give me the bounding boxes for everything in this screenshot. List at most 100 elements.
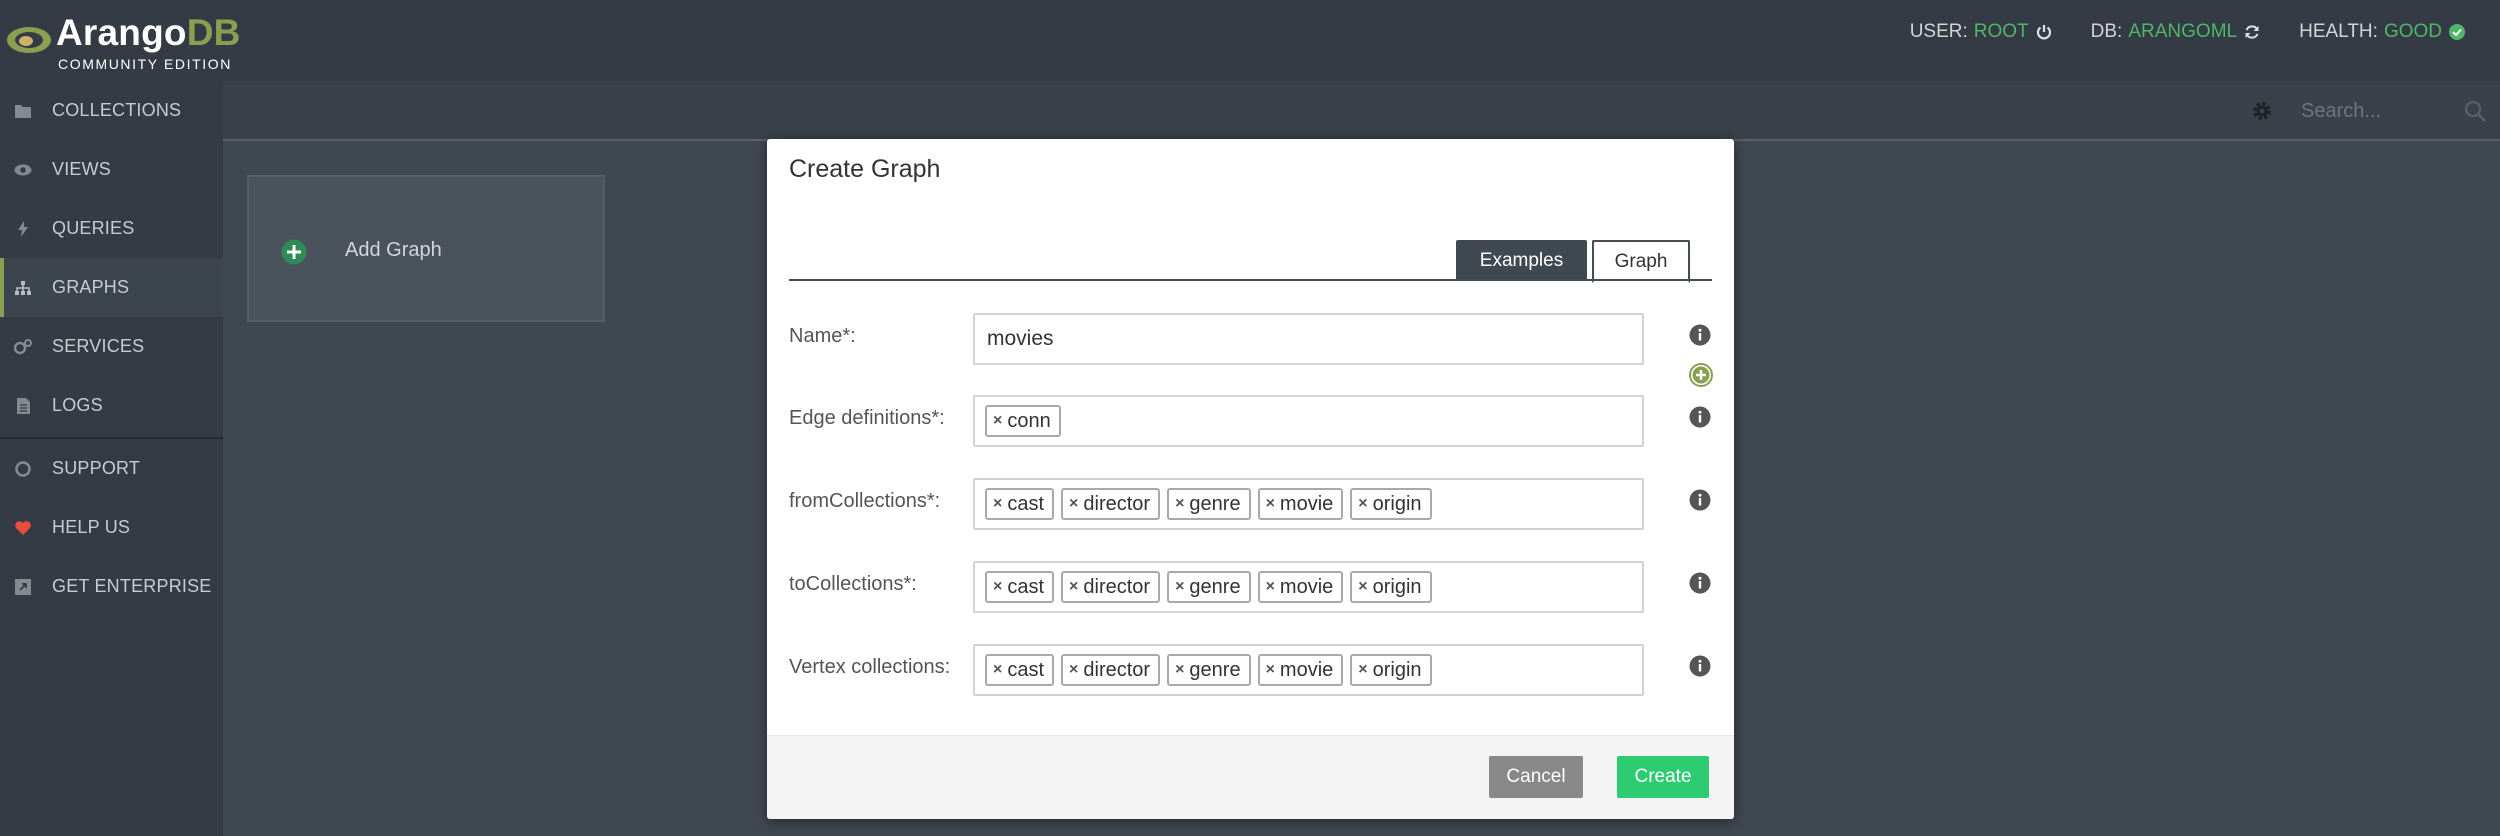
folder-icon — [14, 102, 32, 120]
sidebar-item-support[interactable]: SUPPORT — [0, 439, 223, 498]
to-collections-label: toCollections*: — [789, 573, 917, 595]
db-status[interactable]: DB: ARANGOML — [2091, 20, 2261, 44]
tag-chip[interactable]: × conn — [985, 405, 1061, 437]
tag-chip[interactable]: × director — [1061, 488, 1161, 520]
avocado-logo-icon — [7, 27, 51, 53]
user-label: USER: — [1909, 21, 1968, 42]
plus-circle-icon — [281, 239, 307, 265]
cancel-button[interactable]: Cancel — [1489, 756, 1583, 798]
remove-tag-icon[interactable]: × — [1266, 496, 1275, 512]
edge-definitions-label: Edge definitions*: — [789, 407, 945, 429]
add-graph-card[interactable]: Add Graph — [247, 175, 605, 322]
remove-tag-icon[interactable]: × — [1069, 496, 1078, 512]
sidebar-item-label: GET ENTERPRISE — [52, 576, 212, 596]
arangodb-logo[interactable]: ArangoDB COMMUNITY EDITION — [2, 10, 240, 72]
logo-edition: COMMUNITY EDITION — [58, 56, 232, 72]
tag-chip[interactable]: × movie — [1257, 654, 1344, 686]
remove-tag-icon[interactable]: × — [1266, 579, 1275, 595]
sidebar-item-get-enterprise[interactable]: GET ENTERPRISE — [0, 557, 223, 616]
user-value: ROOT — [1973, 21, 2029, 42]
tag-chip[interactable]: × genre — [1167, 571, 1251, 603]
remove-tag-icon[interactable]: × — [1175, 662, 1184, 678]
tag-chip[interactable]: × director — [1061, 571, 1161, 603]
tag-chip[interactable]: × genre — [1167, 654, 1251, 686]
from-collections-label: fromCollections*: — [789, 490, 941, 512]
name-value: movies — [987, 327, 1054, 350]
remove-tag-icon[interactable]: × — [1358, 496, 1367, 512]
tag-chip[interactable]: × genre — [1167, 488, 1251, 520]
name-field[interactable]: movies — [973, 313, 1644, 365]
sidebar-item-label: QUERIES — [52, 218, 135, 238]
tag-chip[interactable]: × cast — [985, 654, 1055, 686]
to-collections-field[interactable]: × cast × director × genre × movie × origin — [973, 561, 1644, 613]
power-icon[interactable] — [2035, 23, 2053, 41]
vertex-collections-label: Vertex collections: — [789, 656, 951, 678]
search-input[interactable] — [2301, 95, 2481, 127]
tag-chip[interactable]: × movie — [1257, 488, 1344, 520]
sidebar-item-collections[interactable]: COLLECTIONS — [0, 81, 223, 140]
sitemap-icon — [14, 279, 32, 297]
user-status[interactable]: USER: ROOT — [1910, 20, 2053, 44]
remove-tag-icon[interactable]: × — [993, 579, 1002, 595]
remove-tag-icon[interactable]: × — [993, 662, 1002, 678]
sidebar-item-graphs[interactable]: GRAPHS — [0, 258, 223, 317]
edge-definitions-field[interactable]: × conn — [973, 395, 1644, 447]
sidebar-item-label: SUPPORT — [52, 458, 141, 478]
gear-icon[interactable] — [2250, 99, 2274, 123]
tag-chip[interactable]: × movie — [1257, 571, 1344, 603]
create-button[interactable]: Create — [1617, 756, 1709, 798]
status-bar: USER: ROOT DB: ARANGOML HEALTH: GOOD — [1910, 20, 2466, 44]
tag-chip[interactable]: × origin — [1350, 571, 1432, 603]
info-icon[interactable] — [1689, 655, 1711, 677]
tag-chip[interactable]: × origin — [1350, 654, 1432, 686]
remove-tag-icon[interactable]: × — [1358, 662, 1367, 678]
info-icon[interactable] — [1689, 489, 1711, 511]
remove-tag-icon[interactable]: × — [993, 496, 1002, 512]
external-icon — [14, 578, 32, 596]
sidebar-item-services[interactable]: SERVICES — [0, 317, 223, 376]
from-collections-field[interactable]: × cast × director × genre × movie × origin — [973, 478, 1644, 530]
add-graph-label: Add Graph — [345, 239, 442, 261]
remove-tag-icon[interactable]: × — [993, 413, 1002, 429]
sidebar-item-label: VIEWS — [52, 159, 112, 179]
vertex-collections-field[interactable]: × cast × director × genre × movie × origin — [973, 644, 1644, 696]
remove-tag-icon[interactable]: × — [1266, 662, 1275, 678]
sidebar-item-label: SERVICES — [52, 336, 145, 356]
remove-tag-icon[interactable]: × — [1358, 579, 1367, 595]
tag-chip[interactable]: × director — [1061, 654, 1161, 686]
health-label: HEALTH: — [2299, 21, 2378, 42]
refresh-icon[interactable] — [2243, 23, 2261, 41]
sidebar-item-logs[interactable]: LOGS — [0, 376, 223, 435]
sidebar-item-label: LOGS — [52, 395, 103, 415]
bolt-icon — [14, 220, 32, 238]
sidebar-item-queries[interactable]: QUERIES — [0, 199, 223, 258]
lifebuoy-icon — [14, 460, 32, 478]
remove-tag-icon[interactable]: × — [1069, 579, 1078, 595]
info-icon[interactable] — [1689, 406, 1711, 428]
tab-examples[interactable]: Examples — [1456, 240, 1587, 281]
tag-chip[interactable]: × cast — [985, 488, 1055, 520]
sidebar-item-views[interactable]: VIEWS — [0, 140, 223, 199]
sidebar: COLLECTIONS VIEWS QUERIES GRAPHS SERVICE… — [0, 81, 223, 836]
tab-graph[interactable]: Graph — [1592, 240, 1690, 283]
info-icon[interactable] — [1689, 324, 1711, 346]
search-icon[interactable] — [2463, 99, 2487, 123]
info-icon[interactable] — [1689, 572, 1711, 594]
check-circle-icon — [2449, 24, 2465, 40]
top-navbar: ArangoDB COMMUNITY EDITION USER: ROOT DB… — [0, 0, 2500, 81]
db-label: DB: — [2090, 21, 2123, 42]
tag-chip[interactable]: × cast — [985, 571, 1055, 603]
file-icon — [14, 397, 32, 415]
sidebar-item-help-us[interactable]: HELP US — [0, 498, 223, 557]
create-graph-modal: Create Graph Examples Graph Name*: movie… — [767, 139, 1734, 819]
modal-title: Create Graph — [789, 155, 941, 183]
add-edge-definition-icon[interactable] — [1689, 363, 1713, 387]
tag-chip[interactable]: × origin — [1350, 488, 1432, 520]
remove-tag-icon[interactable]: × — [1175, 579, 1184, 595]
remove-tag-icon[interactable]: × — [1175, 496, 1184, 512]
heart-icon — [14, 519, 32, 537]
remove-tag-icon[interactable]: × — [1069, 662, 1078, 678]
modal-footer: Cancel Create — [767, 735, 1734, 819]
tab-divider — [789, 279, 1712, 281]
health-value: GOOD — [2383, 21, 2442, 42]
